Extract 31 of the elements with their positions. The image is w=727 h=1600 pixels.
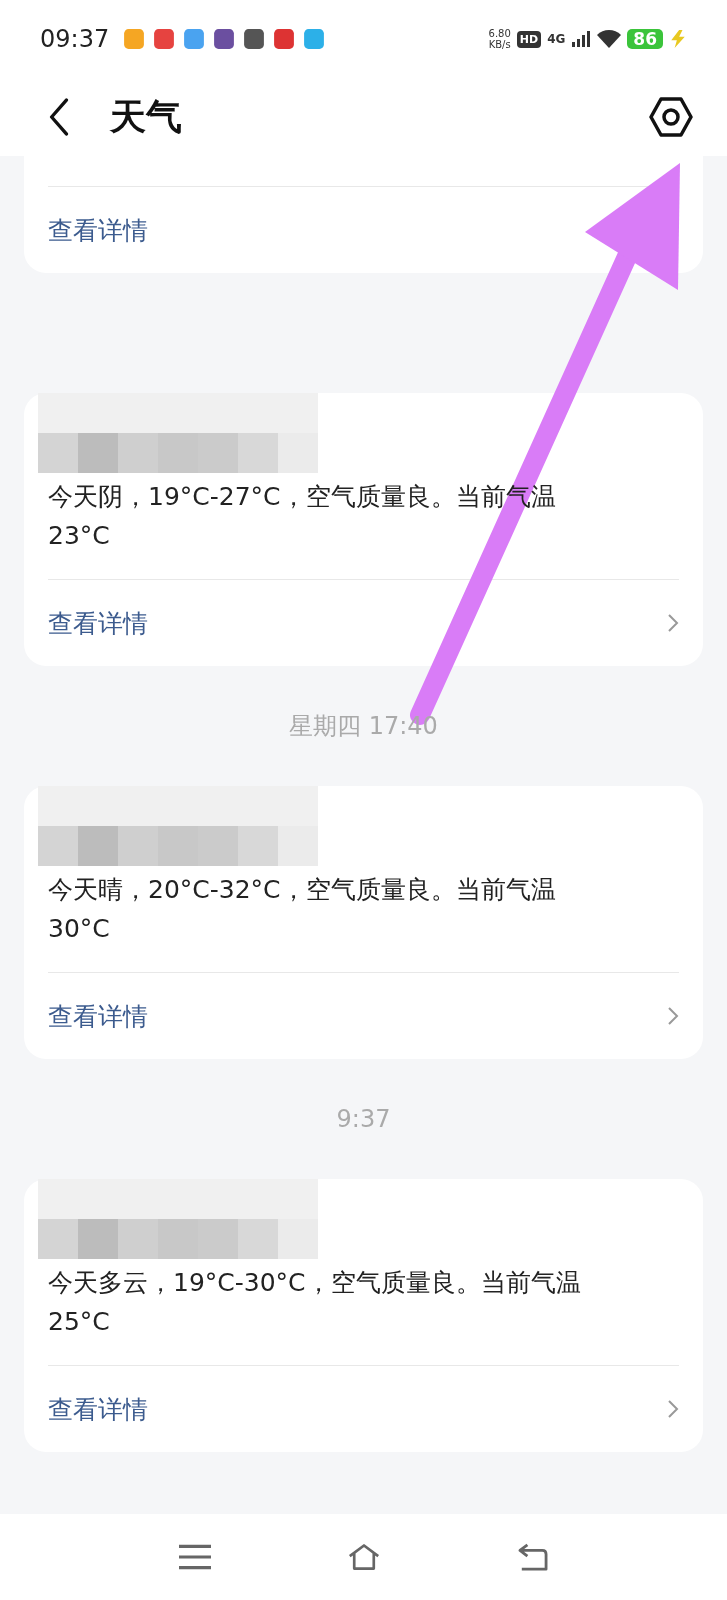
weather-summary: 今天多云，19°C-30°C，空气质量良。当前气温 25°C [48,1267,582,1338]
hd-badge: HD [516,30,542,48]
status-time: 09:37 [40,25,110,53]
view-details-link[interactable]: 查看详情 [48,1392,148,1426]
page-title: 天气 [110,94,182,139]
app-icon [213,28,236,50]
chevron-right-icon[interactable] [667,1399,679,1419]
view-details-link[interactable]: 查看详情 [48,606,148,640]
weather-summary: 今天晴，20°C-32°C，空气质量良。当前气温 30°C [48,874,557,945]
back-icon[interactable] [48,98,70,136]
settings-icon[interactable] [649,95,693,139]
app-icon [183,28,206,50]
wifi-icon [597,30,622,48]
home-icon[interactable] [347,1543,380,1571]
signal-icon [571,31,592,47]
menu-icon[interactable] [178,1543,211,1571]
chevron-right-icon[interactable] [667,613,679,633]
battery-level: 86 [627,29,663,49]
timestamp: 星期四 17:40 [288,711,439,742]
timestamp: 9:37 [335,1104,392,1135]
app-icon [303,28,326,50]
app-icon [123,28,146,50]
app-icon [153,28,176,50]
app-icon [243,28,266,50]
app-icon [273,28,296,50]
view-details-link[interactable]: 查看详情 [48,999,148,1033]
back-nav-icon[interactable] [516,1543,549,1571]
network-type: 4G [547,32,566,46]
chevron-right-icon[interactable] [667,1006,679,1026]
network-speed: 6.80 KB/s [488,28,511,50]
view-details-link[interactable]: 查看详情 [48,213,148,247]
